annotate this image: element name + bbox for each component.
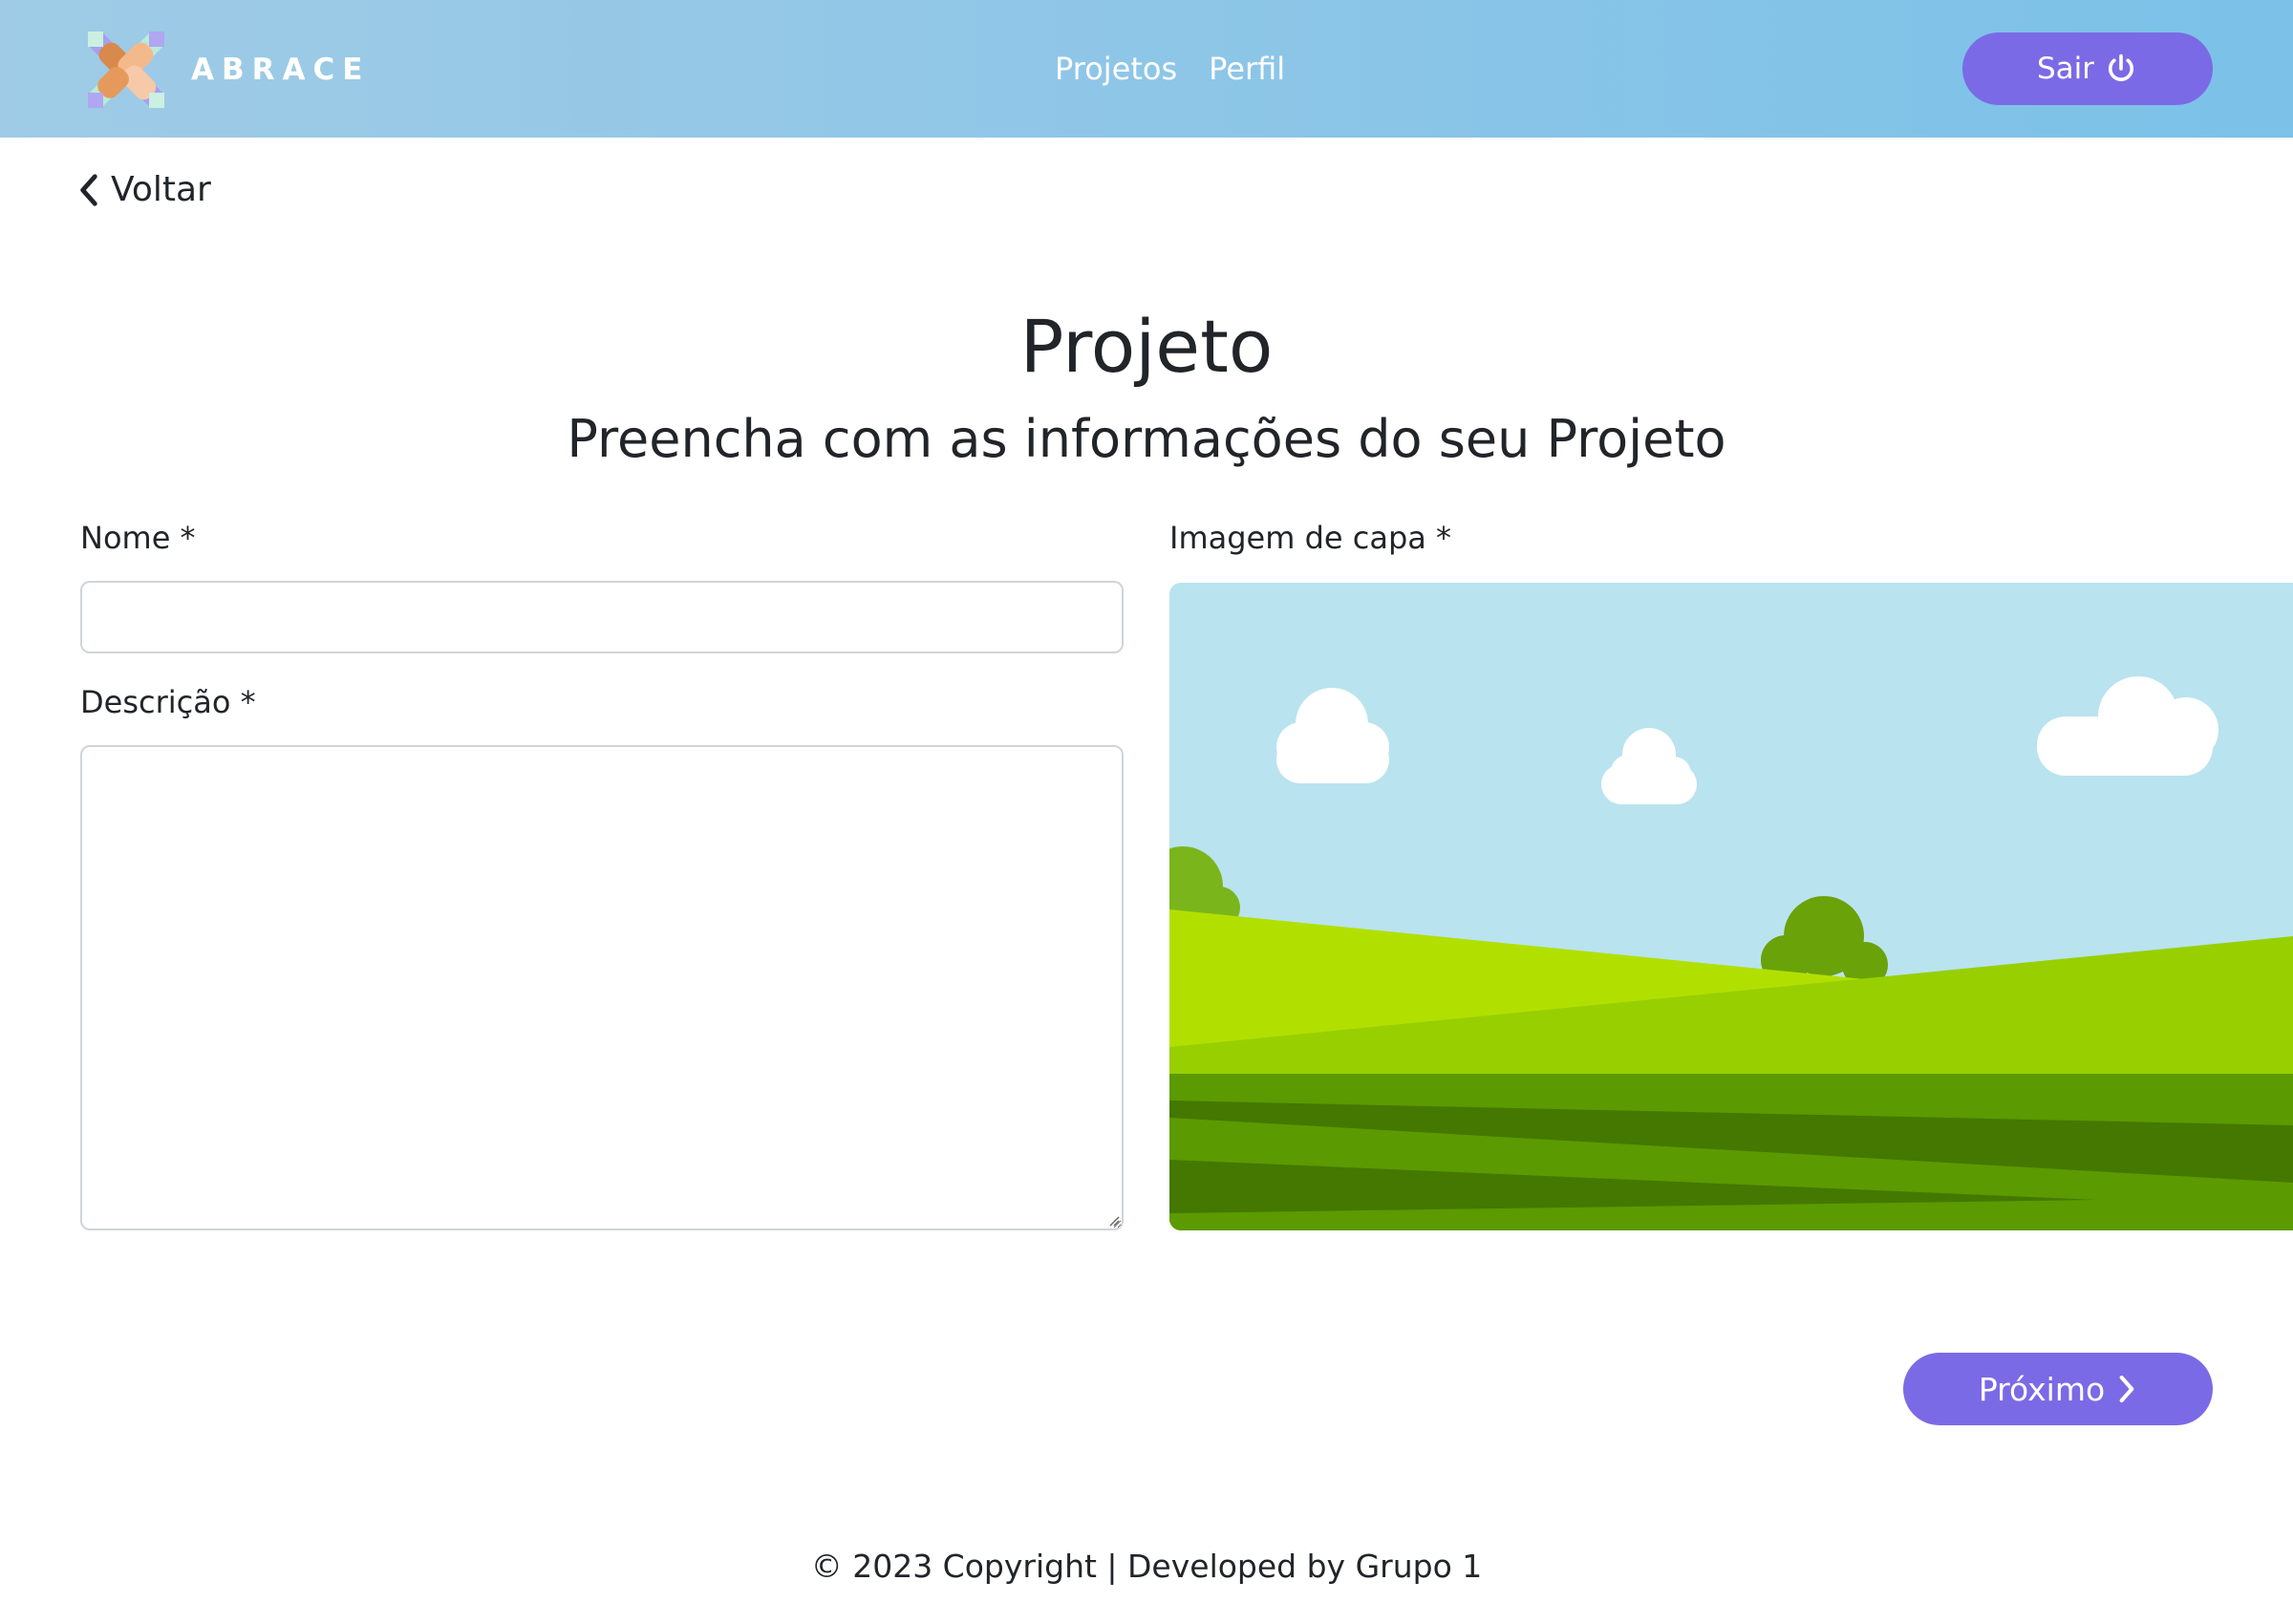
name-field-label: Nome *	[80, 520, 196, 556]
logout-button[interactable]: Sair	[1962, 32, 2213, 105]
cover-image-label: Imagem de capa *	[1169, 520, 1452, 556]
chevron-right-icon	[2119, 1376, 2134, 1402]
top-navbar: ABRACE Projetos Perfil Sair	[0, 0, 2293, 138]
description-field-label: Descrição *	[80, 684, 256, 720]
landscape-image-placeholder	[1169, 583, 2293, 1230]
chevron-left-icon	[80, 173, 97, 206]
next-button-label: Próximo	[1978, 1370, 2106, 1408]
back-link-label: Voltar	[111, 170, 211, 209]
name-input[interactable]	[80, 581, 1124, 653]
resize-grip-icon[interactable]	[1108, 1215, 1120, 1227]
footer-copyright: © 2023 Copyright | Developed by Grupo 1	[810, 1548, 1483, 1585]
main-nav: Projetos Perfil	[1055, 0, 1285, 138]
cover-image-upload[interactable]	[1169, 583, 2293, 1230]
nav-link-perfil[interactable]: Perfil	[1209, 51, 1285, 87]
hands-together-logo-icon	[88, 32, 164, 108]
power-icon	[2109, 53, 2134, 81]
back-link[interactable]: Voltar	[76, 170, 211, 209]
next-button[interactable]: Próximo	[1903, 1353, 2213, 1425]
description-textarea[interactable]	[80, 745, 1124, 1230]
brand[interactable]: ABRACE	[80, 27, 370, 113]
page-subtitle: Preencha com as informações do seu Proje…	[567, 409, 1726, 469]
brand-name: ABRACE	[191, 53, 371, 87]
page-title: Projeto	[1019, 304, 1274, 389]
nav-link-projetos[interactable]: Projetos	[1055, 51, 1177, 87]
logout-button-label: Sair	[2036, 52, 2095, 86]
